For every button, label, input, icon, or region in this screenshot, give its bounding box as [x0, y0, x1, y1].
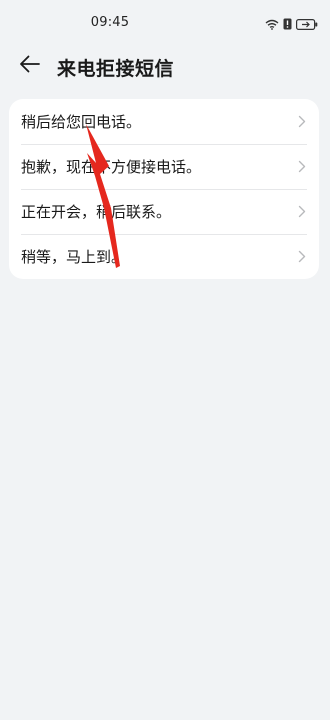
chevron-right-icon [297, 250, 307, 264]
header: 来电拒接短信 [0, 48, 330, 84]
message-list-card: 稍后给您回电话。 抱歉，现在不方便接电话。 正在开会，稍后联系。 稍等，马上到。 [9, 99, 319, 279]
message-label: 稍等，马上到。 [21, 248, 127, 266]
notification-icon [283, 15, 292, 34]
message-option-2[interactable]: 正在开会，稍后联系。 [9, 189, 319, 234]
chevron-right-icon [297, 205, 307, 219]
page-title: 来电拒接短信 [57, 58, 175, 80]
back-button[interactable] [14, 50, 46, 82]
chevron-right-icon [297, 115, 307, 129]
message-option-3[interactable]: 稍等，马上到。 [9, 234, 319, 279]
arrow-left-icon [19, 55, 41, 77]
battery-icon [296, 15, 318, 34]
status-bar: 09:45 [0, 0, 330, 44]
message-label: 正在开会，稍后联系。 [21, 203, 172, 221]
status-icons [265, 15, 318, 34]
status-time: 09:45 [90, 15, 130, 30]
wifi-icon [265, 15, 279, 34]
message-option-1[interactable]: 抱歉，现在不方便接电话。 [9, 144, 319, 189]
message-label: 稍后给您回电话。 [21, 113, 142, 131]
message-label: 抱歉，现在不方便接电话。 [21, 158, 202, 176]
message-option-0[interactable]: 稍后给您回电话。 [9, 99, 319, 144]
chevron-right-icon [297, 160, 307, 174]
